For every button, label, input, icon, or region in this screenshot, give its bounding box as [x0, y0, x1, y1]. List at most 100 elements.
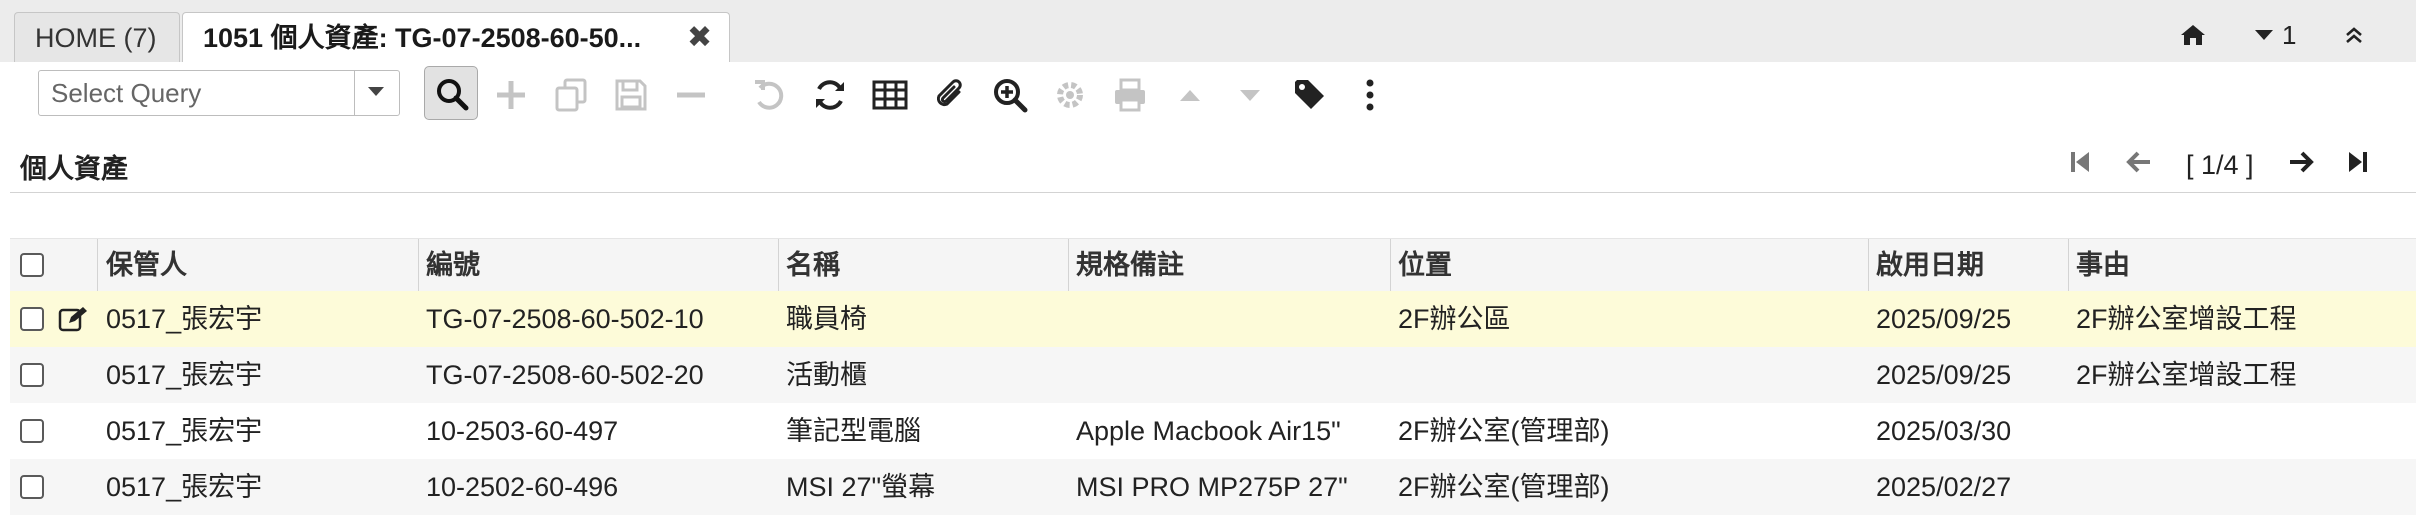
tab-home[interactable]: HOME (7): [14, 12, 180, 62]
more-icon: [1366, 79, 1374, 111]
refresh-icon: [816, 80, 844, 110]
page-status: [ 1/4 ]: [2186, 150, 2254, 180]
panel-divider: [10, 192, 2416, 193]
undo-button[interactable]: [751, 76, 789, 114]
cell-custodian: 0517_張宏宇: [106, 472, 263, 502]
table-row[interactable]: 0517_張宏宇 TG-07-2508-60-502-10 職員椅 2F辦公區 …: [10, 291, 2416, 347]
more-button[interactable]: [1351, 76, 1389, 114]
edit-icon[interactable]: [58, 306, 88, 332]
tab-list-dropdown[interactable]: 1: [2254, 12, 2296, 58]
cell-name: 活動櫃: [786, 360, 867, 390]
grid-toggle-icon: [872, 80, 908, 110]
table-row[interactable]: 0517_張宏宇 10-2502-60-496 MSI 27"螢幕 MSI PR…: [10, 459, 2416, 515]
table-row[interactable]: 0517_張宏宇 10-2503-60-497 筆記型電腦 Apple Macb…: [10, 403, 2416, 459]
panel-title: 個人資產: [20, 154, 128, 184]
save-icon: [615, 79, 647, 111]
tab-personal-assets-label: 1051 個人資產: TG-07-2508-60-50...: [203, 23, 642, 53]
cell-spec: Apple Macbook Air15": [1076, 416, 1341, 446]
row-checkbox[interactable]: [20, 419, 44, 443]
row-checkbox[interactable]: [20, 475, 44, 499]
previous-record-icon: [1180, 90, 1200, 101]
home-icon[interactable]: [2180, 12, 2206, 58]
arrow-right-icon: [2290, 151, 2314, 173]
close-icon[interactable]: ✖: [687, 13, 712, 63]
cell-reason: 2F辦公室增設工程: [2076, 304, 2297, 334]
column-header-start-date[interactable]: 啟用日期: [1876, 239, 1984, 291]
cell-name: 筆記型電腦: [786, 416, 921, 446]
cell-number: 10-2503-60-497: [426, 416, 619, 446]
search-button[interactable]: [424, 66, 478, 120]
column-header-number[interactable]: 編號: [426, 239, 480, 291]
tab-count: 1: [2282, 19, 2297, 50]
delete-button[interactable]: [672, 76, 710, 114]
new-icon: [497, 81, 525, 109]
select-all-checkbox[interactable]: [20, 253, 44, 277]
previous-record-button[interactable]: [1171, 76, 1209, 114]
search-icon: [437, 79, 469, 111]
select-query-input[interactable]: Select Query: [38, 70, 400, 116]
print-button[interactable]: [1111, 76, 1149, 114]
last-page-button[interactable]: [2346, 148, 2370, 181]
attachment-icon: [936, 79, 962, 107]
cell-custodian: 0517_張宏宇: [106, 360, 263, 390]
tab-bar: HOME (7) 1051 個人資產: TG-07-2508-60-50... …: [0, 0, 2416, 63]
first-page-button[interactable]: [2068, 148, 2092, 181]
last-page-icon: [2349, 152, 2367, 172]
process-icon: [1057, 82, 1083, 108]
cell-custodian: 0517_張宏宇: [106, 416, 263, 446]
process-button[interactable]: [1051, 76, 1089, 114]
tag-button[interactable]: [1291, 76, 1329, 114]
save-button[interactable]: [612, 76, 650, 114]
row-checkbox[interactable]: [20, 307, 44, 331]
column-header-spec[interactable]: 規格備註: [1076, 239, 1184, 291]
next-record-button[interactable]: [1231, 76, 1269, 114]
new-button[interactable]: [492, 76, 530, 114]
print-icon: [1115, 78, 1145, 112]
column-header-custodian[interactable]: 保管人: [106, 239, 187, 291]
cell-location: 2F辦公室(管理部): [1398, 472, 1610, 502]
caret-down-icon: [2255, 30, 2273, 40]
cell-name: MSI 27"螢幕: [786, 472, 936, 502]
cell-reason: 2F辦公室增設工程: [2076, 360, 2297, 390]
toolbar: Select Query: [0, 62, 2416, 130]
cell-start-date: 2025/02/27: [1876, 472, 2012, 502]
column-header-location[interactable]: 位置: [1398, 239, 1452, 291]
previous-page-button[interactable]: [2124, 148, 2154, 181]
cell-number: 10-2502-60-496: [426, 472, 619, 502]
copy-button[interactable]: [552, 76, 590, 114]
toggle-grid-button[interactable]: [871, 76, 909, 114]
cell-start-date: 2025/03/30: [1876, 416, 2012, 446]
cell-start-date: 2025/09/25: [1876, 360, 2012, 390]
select-query-dropdown-button[interactable]: [354, 71, 399, 115]
row-checkbox[interactable]: [20, 363, 44, 387]
zoom-icon: [994, 79, 1028, 113]
zoom-button[interactable]: [991, 76, 1029, 114]
grid-header: 保管人 編號 名稱 規格備註 位置 啟用日期 事由: [10, 238, 2416, 292]
refresh-button[interactable]: [811, 76, 849, 114]
cell-number: TG-07-2508-60-502-20: [426, 360, 704, 390]
copy-icon: [555, 78, 587, 112]
cell-name: 職員椅: [786, 304, 867, 334]
collapse-icon[interactable]: [2344, 12, 2364, 58]
attachment-button[interactable]: [931, 76, 969, 114]
column-header-name[interactable]: 名稱: [786, 239, 840, 291]
next-record-icon: [1240, 90, 1260, 101]
tag-icon: [1295, 80, 1324, 109]
arrow-left-icon: [2126, 151, 2150, 173]
cell-spec: MSI PRO MP275P 27": [1076, 472, 1348, 502]
cell-start-date: 2025/09/25: [1876, 304, 2012, 334]
undo-icon: [755, 80, 784, 110]
first-page-icon: [2071, 152, 2089, 172]
tab-personal-assets[interactable]: 1051 個人資產: TG-07-2508-60-50... ✖: [182, 12, 730, 63]
cell-location: 2F辦公室(管理部): [1398, 416, 1610, 446]
cell-location: 2F辦公區: [1398, 304, 1511, 334]
table-row[interactable]: 0517_張宏宇 TG-07-2508-60-502-20 活動櫃 2025/0…: [10, 347, 2416, 403]
cell-custodian: 0517_張宏宇: [106, 304, 263, 334]
delete-icon: [677, 92, 705, 98]
tab-home-label: HOME (7): [35, 23, 157, 53]
select-query-placeholder: Select Query: [51, 78, 202, 108]
cell-number: TG-07-2508-60-502-10: [426, 304, 704, 334]
caret-down-icon: [368, 87, 384, 96]
next-page-button[interactable]: [2286, 148, 2316, 181]
column-header-reason[interactable]: 事由: [2076, 239, 2130, 291]
